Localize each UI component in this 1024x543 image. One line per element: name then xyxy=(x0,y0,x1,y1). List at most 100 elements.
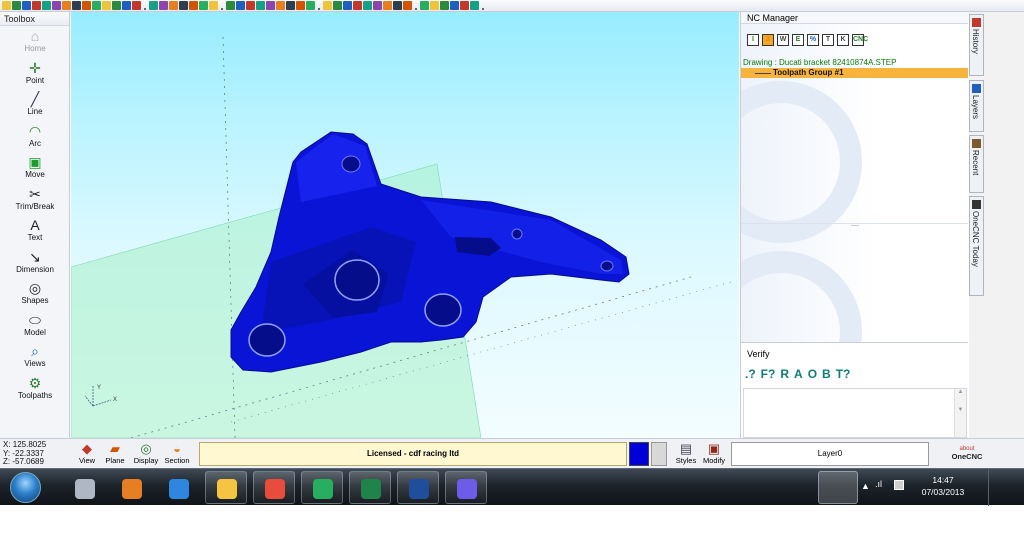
toolbar-tool-icon[interactable] xyxy=(199,1,208,10)
toolbar-tool-icon[interactable] xyxy=(62,1,71,10)
toolbar-tool-icon[interactable] xyxy=(440,1,449,10)
nc-toolbar-icon[interactable]: I xyxy=(747,34,759,46)
toolbar-tool-icon[interactable] xyxy=(266,1,275,10)
toolbar-tool-icon[interactable] xyxy=(373,1,382,10)
toolbar-overflow-chevron-icon[interactable] xyxy=(316,1,322,10)
tool-views-button[interactable]: ⌕ Views xyxy=(0,343,70,373)
taskbar-media-player-button[interactable] xyxy=(110,471,152,504)
verify-tool-icon[interactable]: A xyxy=(794,367,803,381)
taskbar-file-explorer-button[interactable] xyxy=(205,471,247,504)
toolpath-group-item[interactable]: Toolpath Group #1 xyxy=(741,68,968,78)
toolbar-tool-icon[interactable] xyxy=(32,1,41,10)
tool-home-button[interactable]: ⌂ Home xyxy=(0,28,70,58)
side-tab-layers[interactable]: Layers xyxy=(969,80,984,132)
toolbar-tool-icon[interactable] xyxy=(236,1,245,10)
tool-toolpaths-button[interactable]: ⚙ Toolpaths xyxy=(0,375,70,405)
toolbar-tool-icon[interactable] xyxy=(383,1,392,10)
secondary-color-swatch[interactable] xyxy=(651,442,667,466)
tray-expand-icon[interactable]: ▲ xyxy=(861,481,870,491)
taskbar-internet-explorer-button[interactable] xyxy=(157,471,199,504)
toolbar-tool-icon[interactable] xyxy=(363,1,372,10)
toolbar-tool-icon[interactable] xyxy=(209,1,218,10)
toolbar-tool-icon[interactable] xyxy=(256,1,265,10)
toolbar-tool-icon[interactable] xyxy=(343,1,352,10)
display-button[interactable]: ◎ Display xyxy=(132,441,160,465)
verify-tool-icon[interactable]: T? xyxy=(836,367,851,381)
toolbar-tool-icon[interactable] xyxy=(122,1,131,10)
toolbar-tool-icon[interactable] xyxy=(420,1,429,10)
toolbar-tool-icon[interactable] xyxy=(149,1,158,10)
taskbar-excel-button[interactable] xyxy=(349,471,391,504)
tool-shapes-button[interactable]: ◎ Shapes xyxy=(0,280,70,310)
side-tab-onecnc-today[interactable]: OneCNC Today xyxy=(969,196,984,296)
view-button[interactable]: ◆ View xyxy=(73,441,101,465)
styles-button[interactable]: ▤ Styles xyxy=(672,441,700,465)
verify-scrollbar[interactable]: ▲ ▼ xyxy=(954,389,966,437)
taskbar-paint-brush-button[interactable] xyxy=(445,471,487,504)
toolbar-tool-icon[interactable] xyxy=(430,1,439,10)
taskbar-people-button[interactable] xyxy=(301,471,343,504)
start-button[interactable] xyxy=(10,472,41,503)
toolbar-tool-icon[interactable] xyxy=(296,1,305,10)
active-color-swatch[interactable] xyxy=(629,442,649,466)
layer-selector[interactable]: Layer0 xyxy=(731,442,929,466)
toolbar-tool-icon[interactable] xyxy=(169,1,178,10)
toolbar-tool-icon[interactable] xyxy=(393,1,402,10)
toolbar-tool-icon[interactable] xyxy=(286,1,295,10)
section-button[interactable]: ◒ Section xyxy=(163,441,191,465)
toolbar-tool-icon[interactable] xyxy=(333,1,342,10)
tool-model-button[interactable]: ⬭ Model xyxy=(0,312,70,342)
toolbar-tool-icon[interactable] xyxy=(92,1,101,10)
nc-toolbar-icon[interactable]: CNC xyxy=(852,34,868,46)
verify-tool-icon[interactable]: .? xyxy=(745,367,756,381)
toolbar-tool-icon[interactable] xyxy=(189,1,198,10)
toolbar-tool-icon[interactable] xyxy=(226,1,235,10)
toolbar-tool-icon[interactable] xyxy=(450,1,459,10)
toolbar-tool-icon[interactable] xyxy=(353,1,362,10)
nc-toolbar-icon[interactable]: % xyxy=(807,34,819,46)
taskbar-clock[interactable]: 14:47 07/03/2013 xyxy=(913,474,973,498)
nc-panel-splitter[interactable]: .... xyxy=(741,221,968,228)
tray-active-app[interactable] xyxy=(818,471,858,504)
toolbar-tool-icon[interactable] xyxy=(42,1,51,10)
toolbar-tool-icon[interactable] xyxy=(276,1,285,10)
verify-tool-icon[interactable]: R xyxy=(780,367,789,381)
toolbar-tool-icon[interactable] xyxy=(112,1,121,10)
nc-toolbar-icon[interactable]: T xyxy=(822,34,834,46)
toolbar-tool-icon[interactable] xyxy=(246,1,255,10)
verify-tool-icon[interactable]: B xyxy=(822,367,831,381)
toolbar-tool-icon[interactable] xyxy=(323,1,332,10)
side-tab-history[interactable]: History xyxy=(969,14,984,76)
tool-trim-break-button[interactable]: ✂ Trim/Break xyxy=(0,186,70,216)
about-onecnc-button[interactable]: about OneCNC xyxy=(947,445,987,461)
tool-text-button[interactable]: A Text xyxy=(0,217,70,247)
toolbar-tool-icon[interactable] xyxy=(179,1,188,10)
verify-tool-icon[interactable]: O xyxy=(808,367,817,381)
toolbar-tool-icon[interactable] xyxy=(159,1,168,10)
toolbar-tool-icon[interactable] xyxy=(72,1,81,10)
verify-log[interactable]: ▲ ▼ xyxy=(743,388,967,438)
toolbar-tool-icon[interactable] xyxy=(22,1,31,10)
toolbar-tool-icon[interactable] xyxy=(2,1,11,10)
tool-dimension-button[interactable]: ↘ Dimension xyxy=(0,249,70,279)
action-center-flag-icon[interactable] xyxy=(894,480,904,490)
nc-toolbar-icon[interactable]: W xyxy=(777,34,789,46)
toolbar-tool-icon[interactable] xyxy=(12,1,21,10)
toolbar-tool-icon[interactable] xyxy=(102,1,111,10)
toolbar-tool-icon[interactable] xyxy=(470,1,479,10)
3d-viewport[interactable]: Y X xyxy=(71,12,739,438)
tool-arc-button[interactable]: ◠ Arc xyxy=(0,123,70,153)
nc-toolbar-icon[interactable]: E xyxy=(792,34,804,46)
tool-move-button[interactable]: ▣ Move xyxy=(0,154,70,184)
network-signal-icon[interactable]: .ıl xyxy=(875,479,882,489)
toolbar-tool-icon[interactable] xyxy=(306,1,315,10)
side-tab-recent[interactable]: Recent xyxy=(969,135,984,193)
verify-tool-icon[interactable]: F? xyxy=(761,367,776,381)
show-desktop-button[interactable] xyxy=(988,469,1002,506)
modify-button[interactable]: ▣ Modify xyxy=(700,441,728,465)
tool-point-button[interactable]: ✛ Point xyxy=(0,60,70,90)
taskbar-paint-button[interactable] xyxy=(63,471,105,504)
toolbar-tool-icon[interactable] xyxy=(52,1,61,10)
nc-drawing-name[interactable]: Drawing : Ducati bracket 82410874A.STEP xyxy=(743,58,967,67)
toolbar-tool-icon[interactable] xyxy=(82,1,91,10)
